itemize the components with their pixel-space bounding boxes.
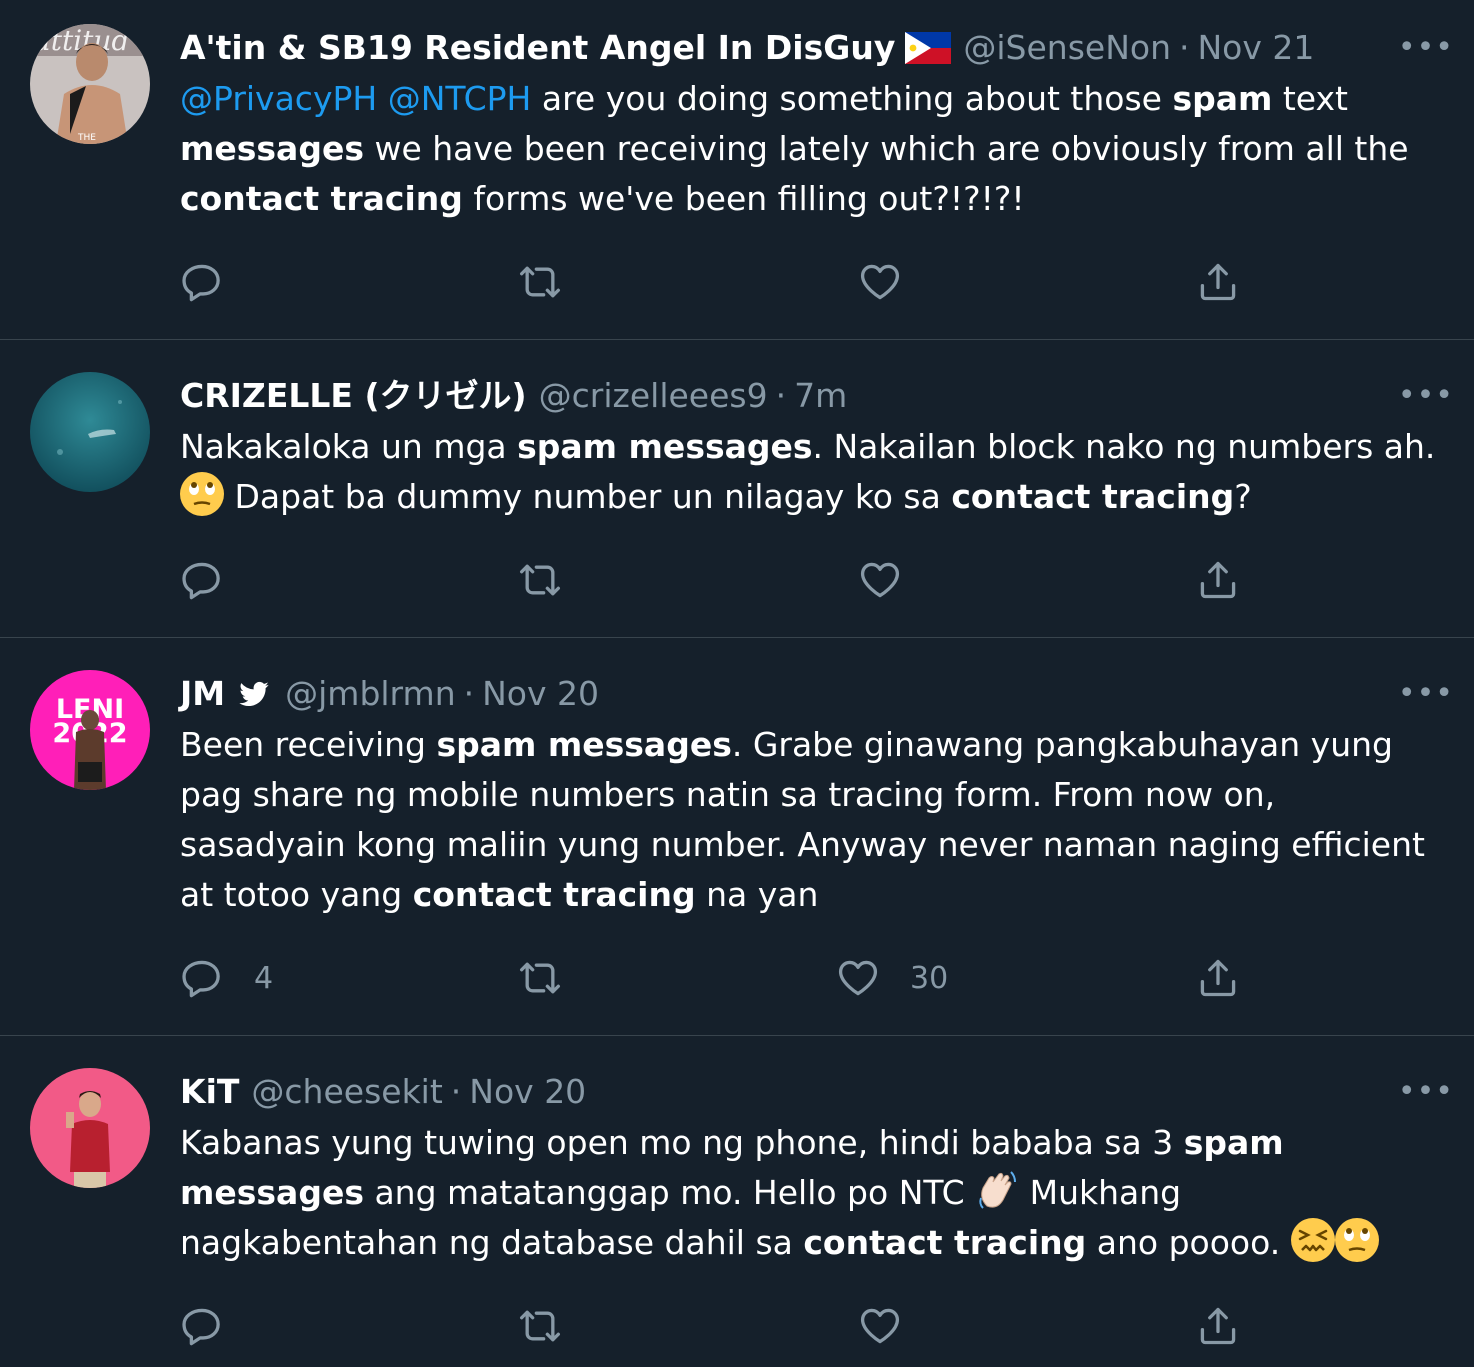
share-button[interactable] — [1196, 558, 1240, 602]
separator-dot: · — [1178, 28, 1190, 67]
retweet-button[interactable] — [518, 558, 562, 602]
timestamp[interactable]: Nov 21 — [1197, 26, 1314, 70]
like-icon — [858, 1304, 902, 1348]
tweet-2[interactable]: CRIZELLE (クリゼル) @crizelleees9 · 7m Nakak… — [0, 340, 1474, 638]
tweet-4[interactable]: KiT @cheesekit · Nov 20 Kabanas yung tuw… — [0, 1036, 1474, 1367]
like-icon — [858, 558, 902, 602]
share-button[interactable] — [1196, 1304, 1240, 1348]
reply-icon — [180, 956, 224, 1000]
like-count: 30 — [910, 960, 949, 996]
retweet-icon — [518, 558, 562, 602]
tweet-text: Been receiving spam messages. Grabe gina… — [180, 725, 1425, 914]
avatar[interactable]: attitud THE — [30, 24, 150, 144]
mention-link[interactable]: @NTCPH — [388, 79, 532, 118]
more-icon[interactable]: ••• — [1398, 679, 1454, 709]
tweet-text: @PrivacyPH @NTCPH are you doing somethin… — [180, 79, 1409, 218]
share-icon — [1196, 558, 1240, 602]
reply-count: 4 — [254, 960, 274, 996]
avatar[interactable] — [30, 1068, 150, 1188]
handle[interactable]: @cheesekit — [251, 1070, 442, 1114]
like-button[interactable] — [858, 558, 902, 602]
avatar-photo: attitud THE — [30, 24, 150, 144]
like-button[interactable] — [858, 1304, 902, 1348]
handle[interactable]: @crizelleees9 — [539, 374, 768, 418]
timestamp[interactable]: Nov 20 — [482, 672, 599, 716]
reply-button[interactable]: 4 — [180, 956, 273, 1000]
twitter-bird-icon — [239, 681, 269, 706]
retweet-icon — [518, 1304, 562, 1348]
handle[interactable]: @iSenseNon — [963, 26, 1171, 70]
avatar-photo — [30, 372, 150, 492]
avatar[interactable] — [30, 372, 150, 492]
display-name[interactable]: A'tin & SB19 Resident Angel In DisGuy — [180, 26, 895, 70]
handle[interactable]: @jmblrmn — [285, 672, 455, 716]
tweet-1[interactable]: attitud THE A'tin & SB19 Resident Angel … — [0, 0, 1474, 340]
reply-button[interactable] — [180, 558, 224, 602]
retweet-icon — [518, 956, 562, 1000]
eye-roll-emoji-icon — [180, 472, 224, 516]
philippine-flag-icon — [905, 32, 952, 64]
share-icon — [1196, 260, 1240, 304]
avatar-photo: LENI 2022 — [30, 670, 150, 790]
share-icon — [1196, 1304, 1240, 1348]
waving-hand-emoji-icon — [975, 1168, 1019, 1212]
tweet-text: Kabanas yung tuwing open mo ng phone, hi… — [180, 1118, 1444, 1268]
share-button[interactable] — [1196, 956, 1240, 1000]
like-icon — [858, 260, 902, 304]
separator-dot: · — [463, 674, 475, 713]
tweet-3[interactable]: LENI 2022 JM @jmblrmn · Nov 20 Been rece… — [0, 638, 1474, 1036]
avatar[interactable]: LENI 2022 — [30, 670, 150, 790]
like-icon — [836, 956, 880, 1000]
like-button[interactable]: 30 — [836, 956, 948, 1000]
retweet-icon — [518, 260, 562, 304]
reply-button[interactable] — [180, 1304, 224, 1348]
display-name[interactable]: KiT — [180, 1070, 239, 1114]
more-icon[interactable]: ••• — [1398, 1077, 1454, 1107]
reply-icon — [180, 1304, 224, 1348]
avatar-photo — [30, 1068, 150, 1188]
retweet-button[interactable] — [518, 260, 562, 304]
mention-link[interactable]: @PrivacyPH — [180, 79, 377, 118]
share-button[interactable] — [1196, 260, 1240, 304]
display-name[interactable]: JM — [180, 672, 225, 716]
more-icon[interactable]: ••• — [1398, 33, 1454, 63]
separator-dot: · — [450, 1072, 462, 1111]
timestamp[interactable]: 7m — [794, 374, 847, 418]
retweet-button[interactable] — [518, 956, 562, 1000]
timestamp[interactable]: Nov 20 — [469, 1070, 586, 1114]
like-button[interactable] — [858, 260, 902, 304]
tweet-text: Nakakaloka un mga spam messages. Nakaila… — [180, 427, 1436, 516]
reply-button[interactable] — [180, 260, 224, 304]
reply-icon — [180, 260, 224, 304]
share-icon — [1196, 956, 1240, 1000]
eye-roll-emoji-icon — [1334, 1218, 1379, 1262]
retweet-button[interactable] — [518, 1304, 562, 1348]
more-icon[interactable]: ••• — [1398, 381, 1454, 411]
reply-icon — [180, 558, 224, 602]
svg-text:THE: THE — [77, 133, 96, 143]
separator-dot: · — [775, 376, 787, 415]
display-name[interactable]: CRIZELLE (クリゼル) — [180, 374, 527, 418]
confounded-face-emoji-icon — [1290, 1218, 1335, 1262]
